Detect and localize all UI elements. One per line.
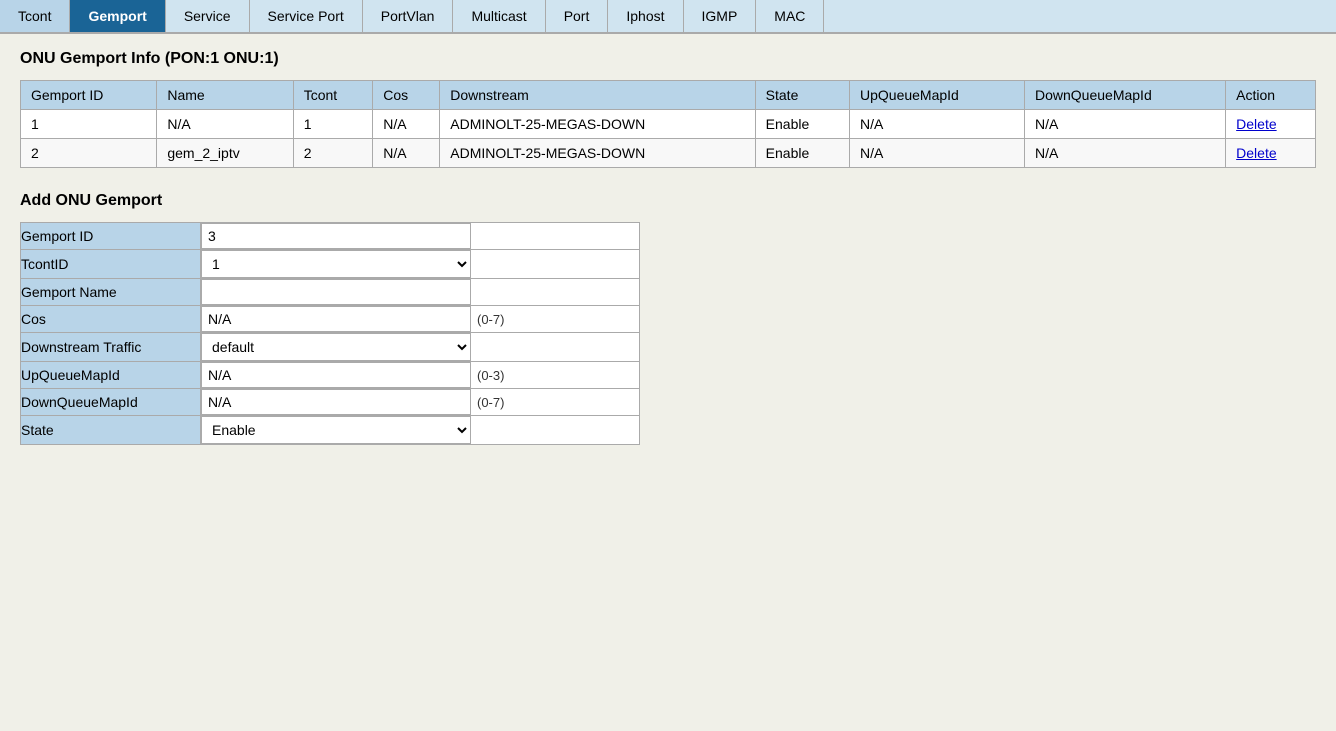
tab-multicast[interactable]: Multicast — [453, 0, 545, 32]
col-header-downstream: Downstream — [440, 81, 755, 110]
tab-igmp[interactable]: IGMP — [684, 0, 757, 32]
form-row-cos: Cos (0-7) — [21, 306, 640, 333]
form-row-downqueue_map_id: DownQueueMapId (0-7) — [21, 389, 640, 416]
form-row-gemport_id: Gemport ID — [21, 223, 640, 250]
delete-link-0[interactable]: Delete — [1236, 116, 1276, 132]
form-label-upqueue_map_id: UpQueueMapId — [21, 362, 201, 389]
input-downqueue_map_id[interactable] — [201, 389, 471, 415]
col-header-name: Name — [157, 81, 293, 110]
page-content: ONU Gemport Info (PON:1 ONU:1) Gemport I… — [0, 34, 1336, 461]
input-gemport_name[interactable] — [201, 279, 471, 305]
col-header-state: State — [755, 81, 849, 110]
tab-port[interactable]: Port — [546, 0, 609, 32]
form-row-downstream_traffic: Downstream Trafficdefaultbest-effortassu… — [21, 333, 640, 362]
col-header-action: Action — [1226, 81, 1316, 110]
col-header-upqueuemapid: UpQueueMapId — [850, 81, 1025, 110]
input-cos[interactable] — [201, 306, 471, 332]
col-header-cos: Cos — [373, 81, 440, 110]
tab-tcont[interactable]: Tcont — [0, 0, 70, 32]
tab-iphost[interactable]: Iphost — [608, 0, 683, 32]
form-label-cos: Cos — [21, 306, 201, 333]
select-state[interactable]: EnableDisable — [201, 416, 471, 444]
hint-upqueue_map_id: (0-3) — [477, 368, 504, 383]
form-row-upqueue_map_id: UpQueueMapId (0-3) — [21, 362, 640, 389]
col-header-tcont: Tcont — [293, 81, 373, 110]
hint-cos: (0-7) — [477, 312, 504, 327]
input-upqueue_map_id[interactable] — [201, 362, 471, 388]
form-row-gemport_name: Gemport Name — [21, 279, 640, 306]
form-label-gemport_name: Gemport Name — [21, 279, 201, 306]
col-header-gemport-id: Gemport ID — [21, 81, 157, 110]
input-gemport_id[interactable] — [201, 223, 471, 249]
form-label-downstream_traffic: Downstream Traffic — [21, 333, 201, 362]
form-row-state: StateEnableDisable — [21, 416, 640, 445]
tab-gemport[interactable]: Gemport — [70, 0, 165, 32]
table-row: 2gem_2_iptv2N/AADMINOLT-25-MEGAS-DOWNEna… — [21, 139, 1316, 168]
tab-service[interactable]: Service — [166, 0, 250, 32]
add-form: Gemport IDTcontID123Gemport NameCos (0-7)… — [20, 222, 640, 445]
form-label-gemport_id: Gemport ID — [21, 223, 201, 250]
add-title: Add ONU Gemport — [20, 192, 1316, 210]
form-row-tcont_id: TcontID123 — [21, 250, 640, 279]
select-downstream_traffic[interactable]: defaultbest-effortassured — [201, 333, 471, 361]
info-title: ONU Gemport Info (PON:1 ONU:1) — [20, 50, 1316, 68]
tab-portvlan[interactable]: PortVlan — [363, 0, 454, 32]
col-header-downqueuemapid: DownQueueMapId — [1025, 81, 1226, 110]
form-label-tcont_id: TcontID — [21, 250, 201, 279]
tab-mac[interactable]: MAC — [756, 0, 824, 32]
gemport-table: Gemport IDNameTcontCosDownstreamStateUpQ… — [20, 80, 1316, 168]
delete-link-1[interactable]: Delete — [1236, 145, 1276, 161]
tab-serviceport[interactable]: Service Port — [250, 0, 363, 32]
table-row: 1N/A1N/AADMINOLT-25-MEGAS-DOWNEnableN/AN… — [21, 110, 1316, 139]
hint-downqueue_map_id: (0-7) — [477, 395, 504, 410]
form-label-state: State — [21, 416, 201, 445]
form-label-downqueue_map_id: DownQueueMapId — [21, 389, 201, 416]
tab-bar: TcontGemportServiceService PortPortVlanM… — [0, 0, 1336, 34]
select-tcont_id[interactable]: 123 — [201, 250, 471, 278]
